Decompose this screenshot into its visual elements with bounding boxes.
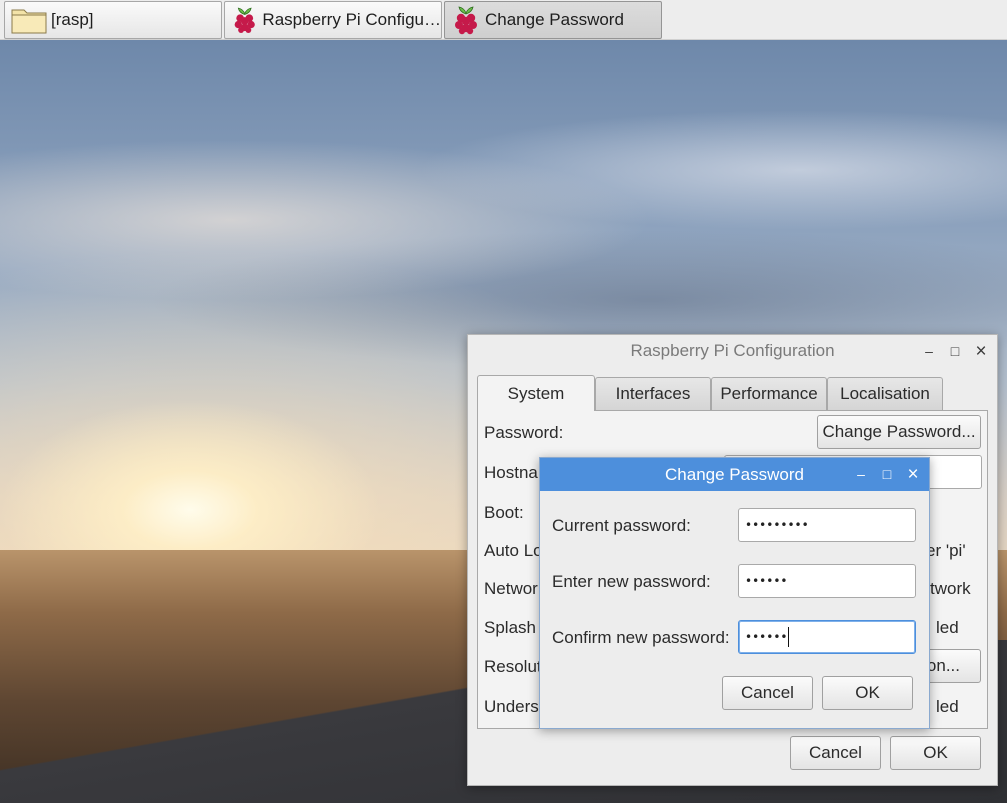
underscan-label: Unders [484,697,539,716]
close-icon[interactable]: × [973,342,989,361]
current-password-label: Current password: [552,516,691,535]
new-password-label: Enter new password: [552,572,711,591]
tab-interfaces[interactable]: Interfaces [595,377,711,410]
text-caret [788,627,790,647]
password-label: Password: [484,423,564,442]
close-icon[interactable]: × [905,465,921,484]
taskbar-item-file-manager[interactable]: [rasp] [4,1,222,39]
taskbar-item-raspberry-config[interactable]: Raspberry Pi Configu… [224,1,442,39]
tab-system[interactable]: System [477,375,595,411]
change-password-dialog: Change Password – □ × Current password: … [539,457,930,729]
new-password-value: •••••• [745,574,788,588]
change-password-button[interactable]: Change Password... [817,415,981,449]
autologin-label: Auto Lo [484,541,543,560]
hostname-label: Hostna [484,463,538,482]
taskbar: [rasp] Raspberry Pi Configu… Change Pass… [0,0,1007,40]
resolution-label: Resolut [484,657,542,676]
splash-label: Splash [484,618,536,637]
config-window-titlebar[interactable]: Raspberry Pi Configuration – □ × [468,335,997,367]
new-password-input[interactable]: •••••• [738,564,916,598]
autologin-value[interactable]: er 'pi' [926,541,966,561]
change-password-titlebar[interactable]: Change Password – □ × [540,458,929,491]
current-password-input[interactable]: ••••••••• [738,508,916,542]
tab-localisation[interactable]: Localisation [827,377,943,410]
network-label: Networl [484,579,542,598]
minimize-icon[interactable]: – [921,343,937,359]
confirm-password-input[interactable]: •••••• [738,620,916,654]
folder-icon [11,9,47,34]
taskbar-item-label: Raspberry Pi Configu… [262,10,441,29]
confirm-password-value: •••••• [745,630,788,644]
maximize-icon[interactable]: □ [947,343,963,359]
dialog-ok-button[interactable]: OK [822,676,913,710]
raspberry-icon [234,7,255,33]
config-ok-button[interactable]: OK [890,736,981,770]
window-controls: – □ × [921,335,989,367]
window-controls: – □ × [853,458,921,490]
network-value[interactable]: twork [930,579,971,599]
window-title: Raspberry Pi Configuration [630,341,835,360]
taskbar-item-change-password[interactable]: Change Password [444,1,662,39]
config-cancel-button[interactable]: Cancel [790,736,881,770]
confirm-password-label: Confirm new password: [552,628,730,647]
dialog-cancel-button[interactable]: Cancel [722,676,813,710]
splash-value[interactable]: led [936,618,959,638]
maximize-icon[interactable]: □ [879,466,895,482]
raspberry-icon [455,6,477,35]
current-password-value: ••••••••• [745,518,809,532]
taskbar-item-label: Change Password [485,10,624,29]
underscan-value[interactable]: led [936,697,959,717]
boot-label: Boot: [484,503,524,522]
taskbar-item-label: [rasp] [51,10,94,29]
dialog-title: Change Password [665,464,804,484]
tab-performance[interactable]: Performance [711,377,827,410]
minimize-icon[interactable]: – [853,466,869,482]
